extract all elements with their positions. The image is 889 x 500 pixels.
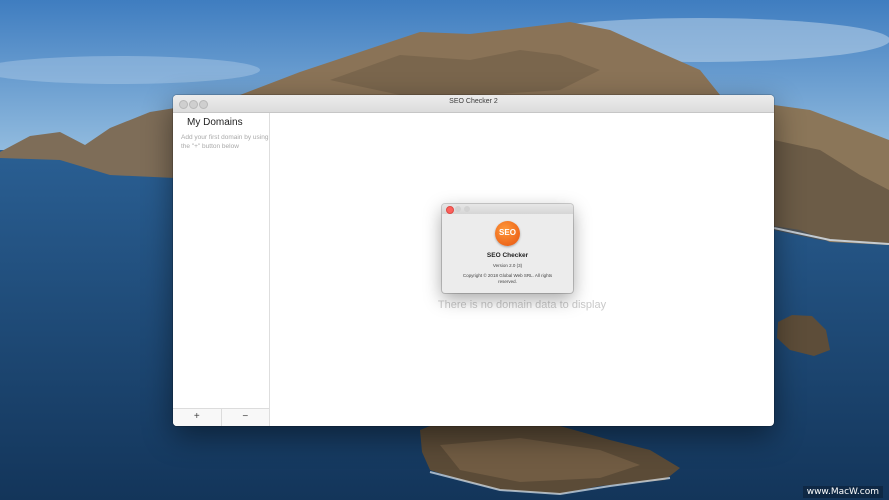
watermark: www.MacW.com — [802, 486, 883, 498]
app-copyright: Copyright © 2018 Global Web SRL. All rig… — [462, 273, 553, 284]
sidebar-button-bar: + − — [173, 408, 269, 426]
close-dialog-icon[interactable] — [446, 206, 454, 214]
app-version: Version 2.0 (3) — [492, 263, 523, 268]
about-titlebar[interactable] — [442, 204, 573, 214]
domains-sidebar: My Domains Add your first domain by usin… — [173, 113, 270, 426]
add-domain-button[interactable]: + — [173, 409, 221, 426]
app-logo-icon: SEO — [495, 221, 520, 246]
remove-domain-button[interactable]: − — [220, 409, 269, 426]
app-name: SEO Checker — [486, 252, 529, 259]
window-title: SEO Checker 2 — [449, 98, 498, 105]
zoom-dialog-icon — [464, 206, 470, 212]
sidebar-hint: Add your first domain by using the "+" b… — [181, 134, 269, 150]
minimize-dialog-icon — [455, 206, 461, 212]
about-dialog: SEO SEO Checker Version 2.0 (3) Copyrigh… — [442, 204, 573, 293]
window-titlebar[interactable]: SEO Checker 2 — [173, 95, 774, 113]
sidebar-title: My Domains — [187, 117, 243, 128]
empty-state-message: There is no domain data to display — [437, 299, 607, 311]
